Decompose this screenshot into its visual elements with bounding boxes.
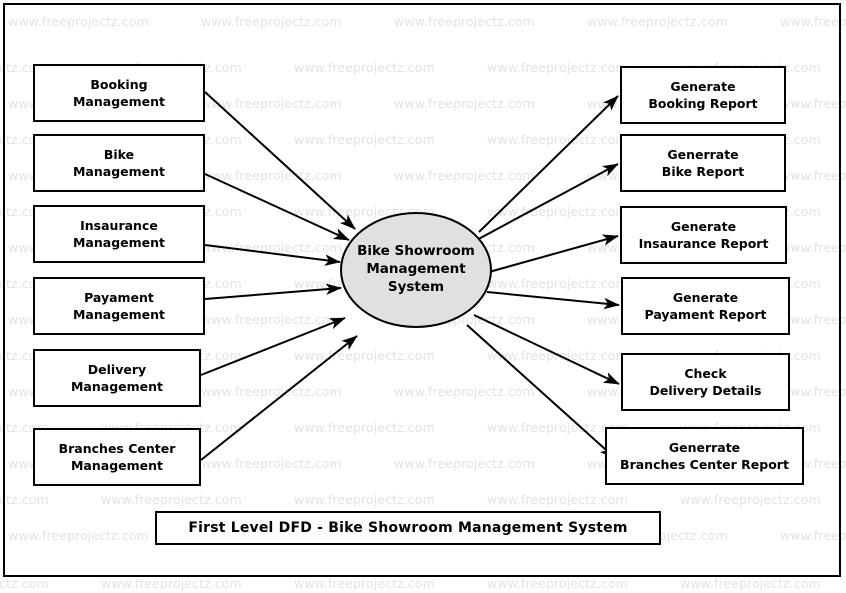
output-node-check-delivery-details[interactable]: Check Delivery Details xyxy=(621,353,790,411)
watermark-text: www.freeprojectz.com xyxy=(487,576,628,591)
output-node-label: Generate Insaurance Report xyxy=(638,219,769,251)
input-node-payament-management[interactable]: Payament Management xyxy=(33,277,205,335)
input-node-label: Branches Center Management xyxy=(58,441,176,473)
diagram-title-box: First Level DFD - Bike Showroom Manageme… xyxy=(155,511,661,545)
dfd-diagram-canvas: www.freeprojectz.com www.freeprojectz.com… xyxy=(0,0,846,593)
process-label: Bike Showroom Management System xyxy=(357,243,475,295)
input-node-label: Bike Management xyxy=(72,147,165,179)
output-node-generate-booking-report[interactable]: Generate Booking Report xyxy=(620,66,786,124)
input-node-label: Payament Management xyxy=(72,290,165,322)
output-node-label: Generrate Bike Report xyxy=(661,147,745,179)
watermark-text: www.freeprojectz.com xyxy=(0,576,49,591)
watermark-text: www.freeprojectz.com xyxy=(101,576,242,591)
process-bike-showroom-management-system[interactable]: Bike Showroom Management System xyxy=(340,212,492,328)
watermark-text: www.freeprojectz.com xyxy=(680,576,821,591)
input-node-delivery-management[interactable]: Delivery Management xyxy=(33,349,201,407)
output-node-label: Generrate Branches Center Report xyxy=(620,440,789,472)
output-node-generate-insaurance-report[interactable]: Generate Insaurance Report xyxy=(620,206,787,264)
input-node-bike-management[interactable]: Bike Management xyxy=(33,134,205,192)
output-node-generrate-bike-report[interactable]: Generrate Bike Report xyxy=(620,134,786,192)
input-node-label: Delivery Management xyxy=(70,362,163,394)
input-node-label: Booking Management xyxy=(72,77,165,109)
output-node-label: Check Delivery Details xyxy=(649,366,762,398)
input-node-branches-center-management[interactable]: Branches Center Management xyxy=(33,428,201,486)
watermark-text: www.freeprojectz.com xyxy=(294,576,435,591)
input-node-booking-management[interactable]: Booking Management xyxy=(33,64,205,122)
input-node-insaurance-management[interactable]: Insaurance Management xyxy=(33,205,205,263)
output-node-generate-payament-report[interactable]: Generate Payament Report xyxy=(621,277,790,335)
output-node-label: Generate Payament Report xyxy=(644,290,767,322)
input-node-label: Insaurance Management xyxy=(72,218,165,250)
output-node-label: Generate Booking Report xyxy=(648,79,758,111)
output-node-generrate-branches-center-report[interactable]: Generrate Branches Center Report xyxy=(605,427,804,485)
diagram-title: First Level DFD - Bike Showroom Manageme… xyxy=(188,520,628,536)
